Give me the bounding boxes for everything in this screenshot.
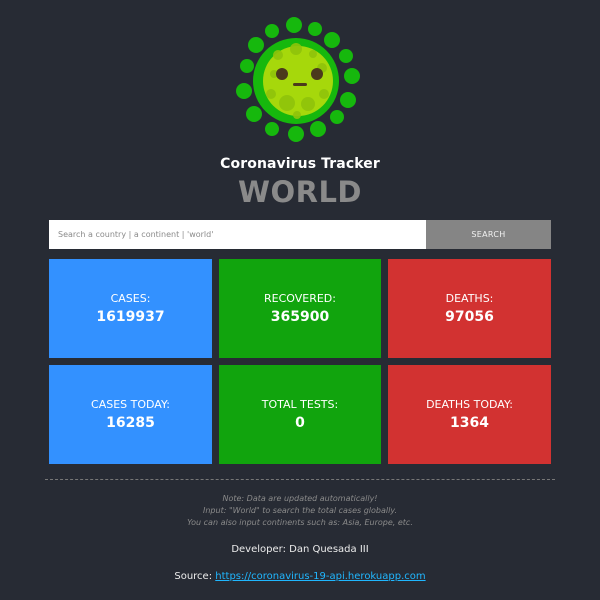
app-title: Coronavirus Tracker <box>220 156 380 172</box>
total-tests-card: TOTAL TESTS: 0 <box>219 365 381 464</box>
data-notes: Note: Data are updated automatically! In… <box>0 493 600 529</box>
source-link[interactable]: https://coronavirus-19-api.herokuapp.com <box>215 571 425 582</box>
source-line: Source: https://coronavirus-19-api.herok… <box>0 571 600 582</box>
virus-icon <box>236 17 360 142</box>
search-button[interactable]: SEARCH <box>426 220 551 249</box>
cases-today-value: 16285 <box>106 415 155 431</box>
source-label: Source: <box>174 571 216 582</box>
recovered-card: RECOVERED: 365900 <box>219 259 381 358</box>
recovered-value: 365900 <box>270 309 330 325</box>
deaths-value: 97056 <box>445 309 494 325</box>
deaths-today-value: 1364 <box>450 415 489 431</box>
cases-label: CASES: <box>110 292 151 305</box>
developer-credit: Developer: Dan Quesada III <box>231 544 369 555</box>
search-input[interactable] <box>49 220 426 249</box>
recovered-label: RECOVERED: <box>264 292 336 305</box>
cases-card: CASES: 1619937 <box>49 259 212 358</box>
deaths-today-label: DEATHS TODAY: <box>426 398 513 411</box>
total-tests-value: 0 <box>295 415 305 431</box>
note-line-2: Input: "World" to search the total cases… <box>202 506 397 515</box>
deaths-today-card: DEATHS TODAY: 1364 <box>388 365 551 464</box>
total-tests-label: TOTAL TESTS: <box>261 398 339 411</box>
cases-today-label: CASES TODAY: <box>91 398 170 411</box>
note-line-1: Note: Data are updated automatically! <box>222 494 378 503</box>
section-divider <box>45 479 555 480</box>
search-bar: SEARCH <box>49 220 551 249</box>
note-line-3: You can also input continents such as: A… <box>187 518 413 527</box>
deaths-label: DEATHS: <box>445 292 494 305</box>
region-title: WORLD <box>237 175 363 209</box>
deaths-card: DEATHS: 97056 <box>388 259 551 358</box>
cases-value: 1619937 <box>96 309 165 325</box>
cases-today-card: CASES TODAY: 16285 <box>49 365 212 464</box>
